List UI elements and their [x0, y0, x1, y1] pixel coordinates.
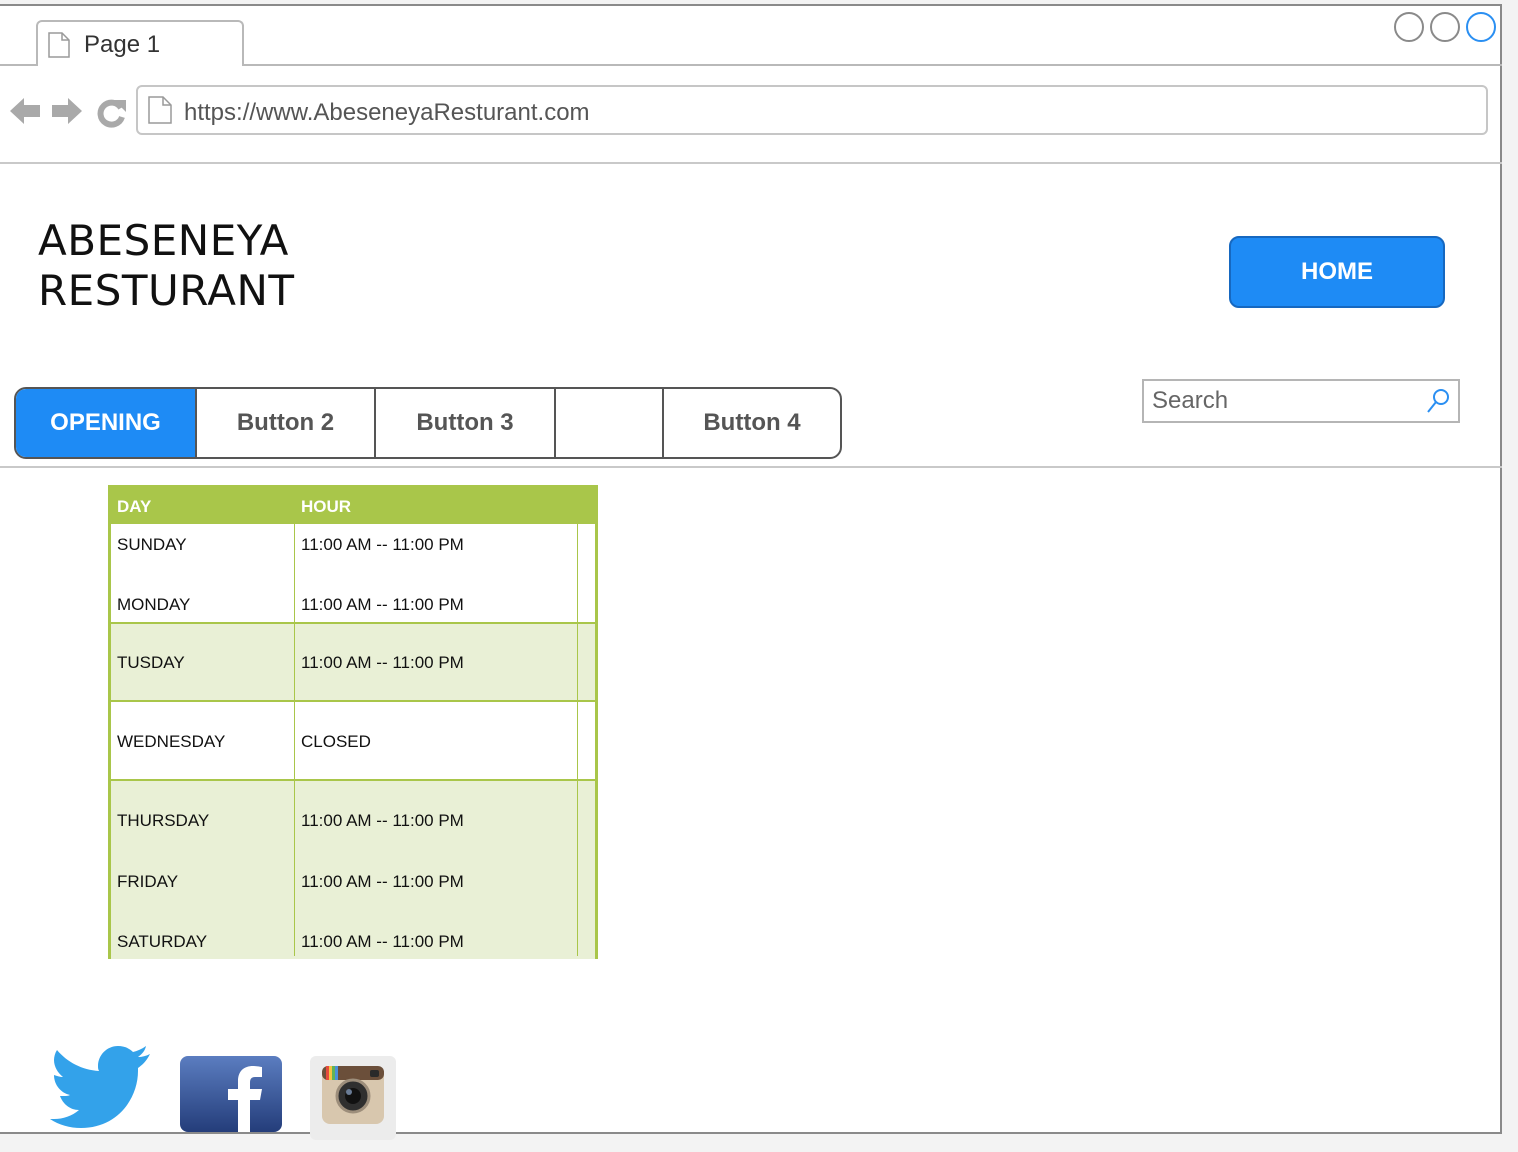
back-arrow-icon[interactable]: [8, 94, 42, 128]
hour-cell: 11:00 AM -- 11:00 PM: [301, 872, 464, 891]
row-divider: [111, 779, 595, 781]
search-icon[interactable]: [1424, 387, 1452, 415]
browser-window: Page 1 https://www.AbeseneyaResturant.co…: [0, 4, 1502, 1140]
button-3[interactable]: Button 3: [376, 389, 556, 457]
twitter-icon[interactable]: [50, 1046, 154, 1128]
row-divider: [111, 700, 595, 702]
window-minimize-button[interactable]: [1394, 12, 1424, 42]
page-icon: [48, 32, 70, 58]
address-bar[interactable]: https://www.AbeseneyaResturant.com: [136, 85, 1488, 135]
day-cell: THURSDAY: [117, 811, 210, 830]
home-button[interactable]: HOME: [1229, 236, 1445, 308]
table-header: DAY HOUR: [111, 488, 595, 524]
tab-strip-line: [244, 64, 1502, 66]
day-cell: FRIDAY: [117, 872, 179, 891]
search-input[interactable]: [1144, 381, 1414, 421]
button-bar: OPENING Button 2 Button 3 Button 4: [14, 387, 842, 459]
hour-cell: 11:00 AM -- 11:00 PM: [301, 932, 464, 951]
day-cell: SATURDAY: [117, 932, 208, 951]
window-maximize-button[interactable]: [1430, 12, 1460, 42]
row-divider: [111, 622, 595, 624]
window-close-button[interactable]: [1466, 12, 1496, 42]
day-cell: WEDNESDAY: [117, 732, 226, 751]
divider: [0, 466, 1502, 468]
column-header-day: DAY: [117, 497, 152, 516]
day-cell: TUSDAY: [117, 653, 185, 672]
column-divider: [577, 488, 578, 956]
hour-cell: 11:00 AM -- 11:00 PM: [301, 535, 464, 554]
button-4[interactable]: Button 4: [664, 389, 840, 457]
button-2[interactable]: Button 2: [197, 389, 376, 457]
tab-label: Page 1: [84, 31, 161, 58]
column-divider: [294, 488, 295, 956]
restaurant-title: ABESENEYA RESTURANT: [38, 216, 295, 316]
url-text[interactable]: https://www.AbeseneyaResturant.com: [184, 99, 590, 127]
hour-cell: 11:00 AM -- 11:00 PM: [301, 653, 464, 672]
hour-cell: CLOSED: [301, 732, 371, 751]
hour-cell: 11:00 AM -- 11:00 PM: [301, 811, 464, 830]
tab-strip-line: [0, 64, 38, 66]
column-header-hour: HOUR: [301, 497, 352, 516]
opening-button[interactable]: OPENING: [16, 389, 197, 457]
divider: [0, 162, 1502, 164]
reload-icon[interactable]: [94, 96, 128, 130]
facebook-icon[interactable]: [180, 1056, 282, 1132]
blank-button[interactable]: [556, 389, 664, 457]
tab-page-1[interactable]: Page 1: [36, 20, 244, 66]
hour-cell: 11:00 AM -- 11:00 PM: [301, 595, 464, 614]
day-cell: SUNDAY: [117, 535, 187, 554]
search-box: [1142, 379, 1460, 423]
hours-table: DAY HOUR SUNDAY 11:00 AM -- 11:00 PM MON…: [108, 485, 598, 959]
instagram-icon[interactable]: [310, 1056, 396, 1140]
page-icon: [148, 96, 172, 124]
title-line-2: RESTURANT: [38, 266, 295, 315]
day-cell: MONDAY: [117, 595, 191, 614]
forward-arrow-icon[interactable]: [50, 94, 84, 128]
title-line-1: ABESENEYA: [38, 216, 289, 265]
